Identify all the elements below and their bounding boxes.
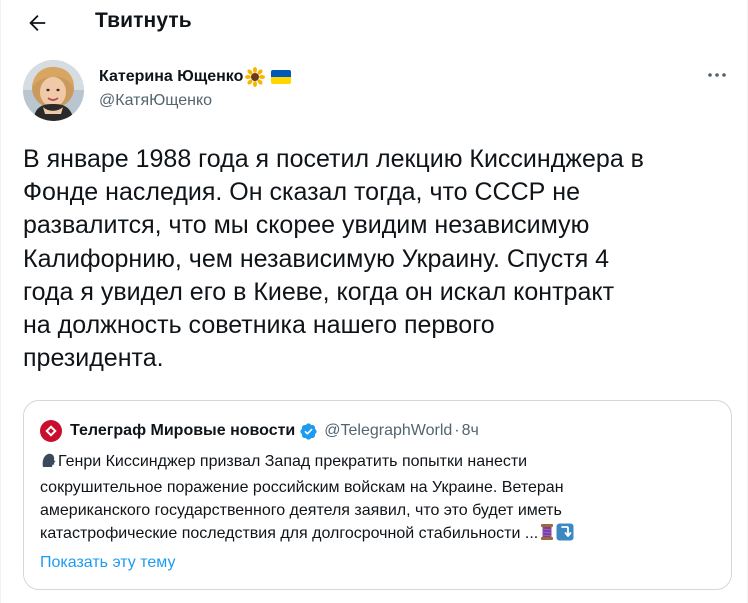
quoted-timestamp: 8ч (461, 422, 479, 439)
avatar-image (23, 60, 84, 121)
quoted-text-line: американского государственного деятеля з… (40, 502, 562, 519)
tweet-text-line: развалится, что мы скорее увидим независ… (23, 211, 590, 240)
more-options-button[interactable] (700, 64, 734, 86)
tweet-text-line: года я увидел его в Киеве, когда он иска… (23, 277, 615, 306)
quoted-tweet-card[interactable]: Телеграф Мировые новости @TelegraphWorld… (23, 400, 732, 590)
author-name[interactable]: Катерина Ющенко (99, 68, 243, 86)
quoted-author-name: Телеграф Мировые новости (70, 422, 296, 439)
quoted-text-line: катастрофические последствия для долгоср… (40, 522, 720, 548)
page-title: Твитнуть (95, 9, 192, 32)
arrow-turn-down-icon (556, 523, 574, 548)
quoted-tweet-text: Генри Киссинджер призвал Запад прекратит… (40, 450, 720, 548)
spool-of-thread-icon (538, 523, 556, 548)
author-name-row[interactable]: Катерина Ющенко (99, 66, 292, 88)
author-avatar[interactable] (23, 60, 84, 121)
verified-badge-icon (299, 422, 318, 441)
show-thread-link[interactable]: Показать эту тему (40, 554, 175, 572)
tweet-text-line: В январе 1988 года я посетил лекцию Кисс… (23, 145, 644, 173)
ukraine-flag-icon (271, 70, 292, 84)
separator-dot: · (454, 422, 460, 439)
arrow-left-icon (29, 15, 46, 31)
quoted-tweet-header: Телеграф Мировые новости @TelegraphWorld… (40, 420, 479, 442)
tweet-text-line: президента. (23, 344, 164, 373)
sunflower-icon (245, 67, 266, 87)
author-handle[interactable]: @КатяЮщенко (99, 92, 212, 110)
tweet-text-line: Калифорнию, чем независимую Украину. Спу… (23, 244, 610, 273)
tweet-text: В январе 1988 года я посетил лекцию Кисс… (23, 143, 735, 375)
more-horizontal-icon (708, 73, 726, 77)
tweet-text-line: на должность советника нашего первого (23, 311, 495, 340)
quoted-author-handle: @TelegraphWorld (324, 422, 453, 439)
quoted-text-line: Генри Киссинджер призвал Запад прекратит… (40, 450, 720, 476)
back-button[interactable] (20, 6, 54, 40)
page-header: Твитнуть (0, 0, 748, 46)
quoted-text-line: сокрушительное поражение российским войс… (40, 479, 564, 496)
speaking-head-icon (40, 451, 58, 476)
telegraph-logo-icon (40, 420, 62, 442)
tweet-text-line: Фонде наследия. Он сказал тогда, что ССС… (23, 178, 580, 207)
